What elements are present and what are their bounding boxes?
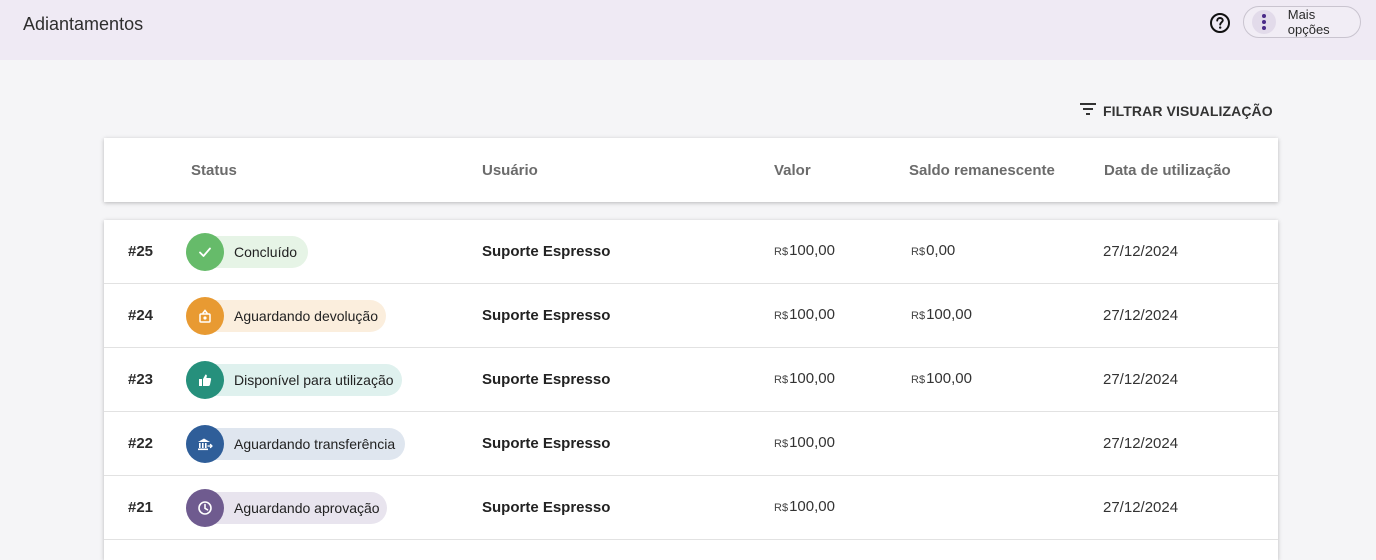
column-header-status[interactable]: Status: [191, 162, 237, 179]
column-header-date[interactable]: Data de utilização: [1104, 162, 1231, 179]
value-amount: R$100,00: [774, 306, 835, 323]
help-circle-icon: [1209, 12, 1231, 39]
table-row[interactable]: #25 Concluído Suporte Espresso R$100,00 …: [104, 220, 1278, 284]
usage-date: 27/12/2024: [1103, 499, 1179, 516]
more-options-label: Mais opções: [1287, 7, 1330, 37]
usage-date: 27/12/2024: [1103, 307, 1179, 324]
top-app-bar: Adiantamentos Mais opções: [0, 0, 1376, 60]
advances-table: #25 Concluído Suporte Espresso R$100,00 …: [104, 220, 1278, 560]
balance-amount: R$100,00: [911, 370, 972, 387]
user-name: Suporte Espresso: [482, 307, 611, 324]
status-chip: Aguardando aprovação: [186, 489, 392, 527]
advance-id: #21: [128, 499, 154, 516]
balance-amount: [911, 498, 912, 515]
column-header-user[interactable]: Usuário: [482, 162, 538, 179]
user-name: Suporte Espresso: [482, 243, 611, 260]
money-return-icon: [186, 297, 224, 335]
table-row[interactable]: #22 Aguardando transferência Suporte Esp…: [104, 412, 1278, 476]
balance-amount: [911, 434, 912, 451]
value-amount: R$100,00: [774, 498, 835, 515]
advance-id: #25: [128, 243, 154, 260]
filter-view-button[interactable]: FILTRAR VISUALIZAÇÃO: [1079, 100, 1273, 122]
advance-id: #24: [128, 307, 154, 324]
column-header-balance[interactable]: Saldo remanescente: [909, 162, 1055, 179]
more-vertical-icon: [1252, 10, 1276, 34]
value-amount: R$100,00: [774, 242, 835, 259]
status-label: Disponível para utilização: [234, 372, 394, 388]
value-amount: R$100,00: [774, 370, 835, 387]
page-title: Adiantamentos: [23, 14, 144, 34]
balance-amount: R$0,00: [911, 242, 956, 259]
balance-amount: R$100,00: [911, 306, 972, 323]
usage-date: 27/12/2024: [1103, 435, 1179, 452]
usage-date: 27/12/2024: [1103, 243, 1179, 260]
table-row[interactable]: #23 Disponível para utilização Suporte E…: [104, 348, 1278, 412]
status-label: Aguardando devolução: [234, 308, 379, 324]
table-header: Status Usuário Valor Saldo remanescente …: [104, 138, 1278, 202]
usage-date: 27/12/2024: [1103, 371, 1179, 388]
value-amount: R$100,00: [774, 434, 835, 451]
status-label: Aguardando transferência: [234, 436, 396, 452]
check-icon: [186, 233, 224, 271]
user-name: Suporte Espresso: [482, 371, 611, 388]
status-chip: Disponível para utilização: [186, 361, 406, 399]
table-row[interactable]: #24 Aguardando devolução Suporte Espress…: [104, 284, 1278, 348]
status-chip: Aguardando devolução: [186, 297, 390, 335]
clock-icon: [186, 489, 224, 527]
help-button[interactable]: [1209, 12, 1231, 39]
status-label: Aguardando aprovação: [234, 500, 380, 516]
more-options-button[interactable]: Mais opções: [1243, 6, 1361, 38]
bank-transfer-icon: [186, 425, 224, 463]
column-header-value[interactable]: Valor: [774, 162, 811, 179]
user-name: Suporte Espresso: [482, 435, 611, 452]
status-label: Concluído: [234, 244, 298, 260]
status-chip: Aguardando transferência: [186, 425, 407, 463]
status-chip: Concluído: [186, 233, 309, 271]
filter-view-label: FILTRAR VISUALIZAÇÃO: [1103, 103, 1273, 119]
filter-list-icon: [1079, 102, 1097, 121]
user-name: Suporte Espresso: [482, 499, 611, 516]
table-row[interactable]: #21 Aguardando aprovação Suporte Espress…: [104, 476, 1278, 540]
advance-id: #23: [128, 371, 154, 388]
thumb-up-icon: [186, 361, 224, 399]
advance-id: #22: [128, 435, 154, 452]
